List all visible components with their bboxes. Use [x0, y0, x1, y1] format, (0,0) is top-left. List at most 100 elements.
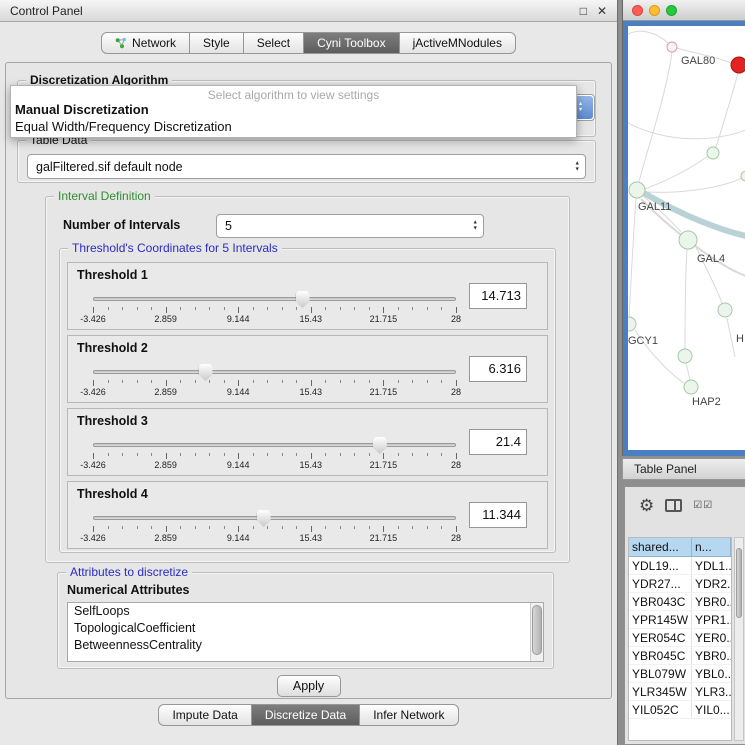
threshold-slider[interactable]: -3.4262.8599.14415.4321.71528 — [93, 364, 456, 398]
gear-icon[interactable]: ⚙ — [639, 497, 654, 514]
zoom-traffic-light-icon[interactable] — [666, 5, 677, 16]
network-selected-frame: GAL80 GAL11 GAL4 GCY1 HAP2 H — [623, 21, 745, 456]
number-of-intervals-select[interactable]: 5 ▲ ▼ — [216, 214, 484, 238]
network-node[interactable] — [718, 303, 732, 317]
tab-discretize-data[interactable]: Discretize Data — [252, 704, 360, 726]
down-arrow-icon: ▼ — [575, 167, 580, 172]
scale-label: 21.715 — [370, 533, 398, 543]
control-panel-titlebar[interactable]: Control Panel □ ✕ — [0, 0, 617, 22]
table-body: YDL19...YDL1...YDR27...YDR2...YBR043CYBR… — [629, 557, 731, 719]
slider-thumb[interactable] — [373, 437, 387, 454]
scrollbar-thumb[interactable] — [532, 605, 542, 655]
tab-network[interactable]: Network — [101, 32, 190, 54]
threshold-slider[interactable]: -3.4262.8599.14415.4321.71528 — [93, 291, 456, 325]
tab-select[interactable]: Select — [244, 32, 304, 54]
table-cell: YPR145W — [629, 611, 692, 628]
table-row[interactable]: YBR045CYBR0... — [629, 647, 731, 665]
threshold-panel-1: Threshold 1 -3.4262.8599.14415.4321.71528… — [67, 262, 548, 330]
table-data-select[interactable]: galFiltered.sif default node ▲ ▼ — [27, 154, 586, 179]
float-window-icon[interactable]: □ — [580, 4, 587, 18]
network-node[interactable] — [707, 147, 719, 159]
table-panel-title: Table Panel — [634, 462, 697, 476]
table-row[interactable]: YER054CYER0... — [629, 629, 731, 647]
slider-track[interactable] — [93, 370, 456, 374]
table-cell: YLR345W — [629, 683, 692, 700]
network-canvas[interactable]: GAL80 GAL11 GAL4 GCY1 HAP2 H — [628, 26, 745, 450]
table-cell: YDR2... — [692, 575, 731, 592]
tab-impute-data[interactable]: Impute Data — [158, 704, 251, 726]
scale-label: -3.426 — [80, 533, 106, 543]
network-view-window: GAL80 GAL11 GAL4 GCY1 HAP2 H — [622, 0, 745, 456]
table-panel-titlebar[interactable]: Table Panel — [622, 458, 745, 480]
table-row[interactable]: YDL19...YDL1... — [629, 557, 731, 575]
attribute-item[interactable]: SelfLoops — [68, 603, 543, 620]
network-window-titlebar[interactable] — [623, 0, 745, 21]
attributes-scrollbar[interactable] — [530, 603, 543, 661]
table-row[interactable]: YPR145WYPR1... — [629, 611, 731, 629]
minimize-traffic-light-icon[interactable] — [649, 5, 660, 16]
attribute-item[interactable]: TopologicalCoefficient — [68, 620, 543, 637]
threshold-label: Threshold 3 — [77, 414, 148, 428]
numerical-attributes-list[interactable]: SelfLoopsTopologicalCoefficientBetweenne… — [67, 602, 544, 662]
table-scrollbar[interactable] — [734, 537, 744, 741]
network-node-gal4[interactable] — [679, 231, 697, 249]
table-row[interactable]: YDR27...YDR2... — [629, 575, 731, 593]
threshold-value-field[interactable]: 11.344 — [469, 502, 527, 528]
threshold-slider[interactable]: -3.4262.8599.14415.4321.71528 — [93, 510, 456, 544]
scale-label: 21.715 — [370, 460, 398, 470]
threshold-value-field[interactable]: 6.316 — [469, 356, 527, 382]
scrollbar-thumb[interactable] — [736, 548, 742, 618]
tab-jactivemnodules[interactable]: jActiveMNodules — [400, 32, 516, 54]
node-label-gal11: GAL11 — [638, 201, 671, 213]
network-node-red-selected[interactable] — [731, 57, 745, 73]
threshold-label: Threshold 1 — [77, 268, 148, 282]
table-panel-window: ⚙ ☑☑ shared...n... YDL19...YDL1...YDR27.… — [624, 486, 745, 745]
slider-ticks — [93, 307, 456, 313]
thick-edge[interactable] — [644, 193, 745, 236]
node-label-hap2: HAP2 — [692, 396, 721, 408]
table-cell: YDL19... — [629, 557, 692, 574]
attribute-item[interactable]: BetweennessCentrality — [68, 637, 543, 654]
scale-label: 15.43 — [300, 460, 323, 470]
select-columns-checkboxes-icon[interactable]: ☑☑ — [693, 500, 713, 511]
slider-track[interactable] — [93, 297, 456, 301]
network-node-gal80[interactable] — [667, 42, 677, 52]
network-node-gal11[interactable] — [629, 182, 645, 198]
slider-thumb[interactable] — [296, 291, 310, 308]
scale-label: 9.144 — [227, 460, 250, 470]
network-node[interactable] — [741, 171, 745, 181]
column-header[interactable]: shared... — [629, 538, 692, 557]
tab-cyni-toolbox[interactable]: Cyni Toolbox — [304, 32, 399, 54]
combo-stepper-icon[interactable]: ▲ ▼ — [575, 161, 580, 172]
algorithm-option[interactable]: Manual Discretization — [11, 101, 576, 118]
table-cell: YDL1... — [692, 557, 731, 574]
threshold-value-field[interactable]: 14.713 — [469, 283, 527, 309]
apply-button[interactable]: Apply — [277, 675, 341, 697]
slider-track[interactable] — [93, 516, 456, 520]
scale-label: 21.715 — [370, 387, 398, 397]
slider-track[interactable] — [93, 443, 456, 447]
column-header[interactable]: n... — [692, 538, 731, 557]
threshold-value-field[interactable]: 21.4 — [469, 429, 527, 455]
table-row[interactable]: YBL079WYBL0... — [629, 665, 731, 683]
scale-label: 15.43 — [300, 533, 323, 543]
table-cell: YDR27... — [629, 575, 692, 592]
table-row[interactable]: YBR043CYBR0... — [629, 593, 731, 611]
combo-stepper-icon[interactable]: ▲ ▼ — [473, 221, 478, 232]
network-node-gcy1[interactable] — [628, 317, 636, 331]
close-traffic-light-icon[interactable] — [632, 5, 643, 16]
network-node[interactable] — [678, 349, 692, 363]
close-icon[interactable]: ✕ — [597, 4, 607, 18]
number-of-intervals-label: Number of Intervals — [63, 218, 180, 232]
tab-style[interactable]: Style — [190, 32, 244, 54]
threshold-slider[interactable]: -3.4262.8599.14415.4321.71528 — [93, 437, 456, 471]
algorithm-option[interactable]: Equal Width/Frequency Discretization — [11, 118, 576, 135]
table-row[interactable]: YIL052CYIL0... — [629, 701, 731, 719]
slider-thumb[interactable] — [257, 510, 271, 527]
tab-infer-network[interactable]: Infer Network — [360, 704, 458, 726]
table-row[interactable]: YLR345WYLR3... — [629, 683, 731, 701]
scale-label: 28 — [451, 314, 461, 324]
network-node-hap2[interactable] — [684, 380, 698, 394]
columns-icon[interactable] — [665, 499, 682, 512]
slider-thumb[interactable] — [199, 364, 213, 381]
